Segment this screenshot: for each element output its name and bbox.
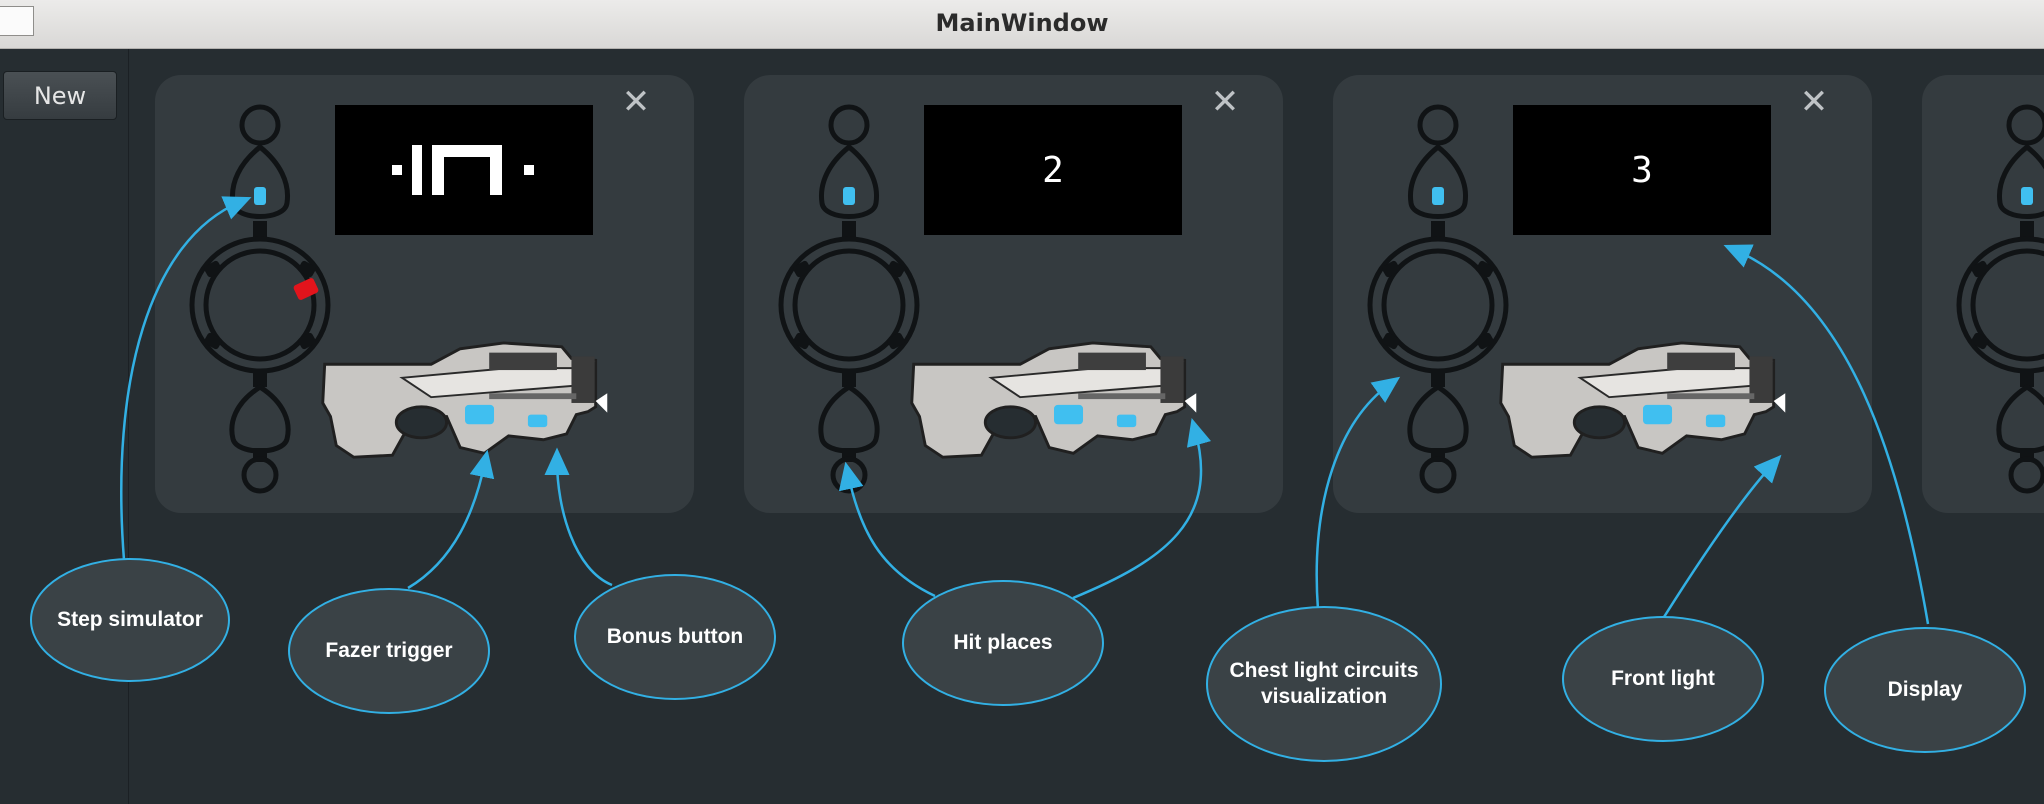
close-player-button[interactable]: ✕	[621, 85, 651, 119]
display-screen	[335, 105, 593, 235]
step-simulator-light[interactable]	[254, 187, 266, 205]
step-simulator-light[interactable]	[1432, 187, 1444, 205]
display-text: 3	[1631, 149, 1653, 191]
callout-front-light: Front light	[1562, 616, 1764, 742]
callout-hit-places: Hit places	[902, 580, 1104, 706]
chest-vest-visualization	[774, 103, 924, 503]
player-card: ✕	[155, 75, 694, 513]
sidebar: New	[0, 49, 129, 804]
close-player-button[interactable]: ✕	[1210, 85, 1240, 119]
player-card	[1922, 75, 2044, 513]
chest-vest-visualization	[1363, 103, 1513, 503]
new-player-button[interactable]: New	[3, 71, 117, 120]
player-card: 2 ✕	[744, 75, 1283, 513]
callout-bonus-button: Bonus button	[574, 574, 776, 700]
fazer-gun	[321, 341, 609, 459]
chest-vest-visualization	[185, 103, 335, 503]
callout-fazer-trigger: Fazer trigger	[288, 588, 490, 714]
display-screen: 2	[924, 105, 1182, 235]
callout-display: Display	[1824, 627, 2026, 753]
display-logo	[392, 145, 534, 195]
display-screen: 3	[1513, 105, 1771, 235]
window-title: MainWindow	[935, 9, 1109, 37]
fazer-gun	[1499, 341, 1787, 459]
close-player-button[interactable]: ✕	[1799, 85, 1829, 119]
chest-vest-visualization	[1952, 103, 2044, 503]
callout-step-simulator: Step simulator	[30, 558, 230, 682]
step-simulator-light[interactable]	[2021, 187, 2033, 205]
step-simulator-light[interactable]	[843, 187, 855, 205]
title-bar: MainWindow	[0, 0, 2044, 49]
player-card: 3 ✕	[1333, 75, 1872, 513]
display-text: 2	[1042, 149, 1064, 191]
callout-chest-light: Chest light circuits visualization	[1206, 606, 1442, 762]
fazer-gun	[910, 341, 1198, 459]
